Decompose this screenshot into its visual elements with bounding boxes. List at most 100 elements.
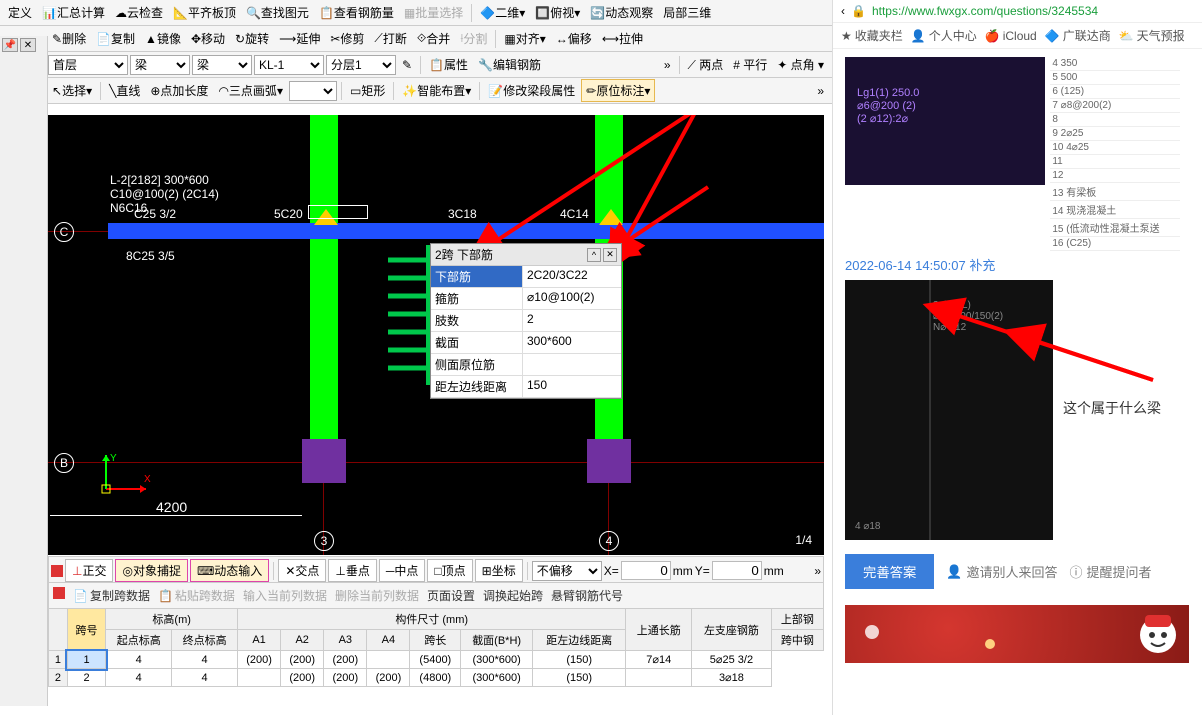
beam-v-1[interactable] (310, 115, 338, 439)
ortho-button[interactable]: ⊥ 正交 (65, 559, 113, 582)
panel-row[interactable]: 下部筋2C20/3C22 (431, 266, 621, 288)
btn-copy[interactable]: 📄 复制 (92, 28, 139, 49)
x-input[interactable] (621, 561, 671, 580)
btn-select[interactable]: ↖ 选择 ▾ (48, 80, 96, 101)
btn-merge[interactable]: ⟐ 合并 (413, 28, 454, 49)
btn-smart[interactable]: ✨ 智能布置 ▾ (398, 80, 475, 101)
copy-span-data[interactable]: 📄 复制跨数据 (73, 587, 150, 604)
panel-row[interactable]: 侧面原位筋 (431, 354, 621, 376)
beam-selected[interactable] (108, 223, 824, 239)
btn-extend[interactable]: ⟶ 延伸 (275, 28, 324, 49)
bookmark-icloud[interactable]: 🍎 iCloud (985, 29, 1037, 43)
panel-collapse-icon[interactable]: ^ (587, 248, 601, 262)
menu-define[interactable]: 定义 (4, 2, 36, 23)
menu-summary[interactable]: 📊 汇总计算 (38, 2, 109, 23)
btn-split[interactable]: ⟊ 分割 (456, 28, 491, 49)
panel-row[interactable]: 距左边线距离150 (431, 376, 621, 398)
bookmark-weather[interactable]: ⛅ 天气预报 (1119, 27, 1185, 44)
btn-3arc[interactable]: ◠ 三点画弧 ▾ (214, 80, 287, 101)
menu-dynamic[interactable]: 🔄 动态观察 (586, 2, 657, 23)
btn-offset[interactable]: ↔ 偏移 (552, 28, 596, 49)
ad-banner[interactable] (845, 605, 1189, 663)
select-arc[interactable] (289, 81, 337, 101)
dyn-input-button[interactable]: ⌨ 动态输入 (190, 559, 269, 582)
back-icon[interactable]: ‹ (841, 4, 845, 18)
menu-view-rebar[interactable]: 📋 查看钢筋量 (315, 2, 398, 23)
column-1[interactable] (302, 439, 346, 483)
improve-answer-button[interactable]: 完善答案 (845, 554, 934, 589)
more-icon-2[interactable]: » (813, 82, 828, 100)
btn-trim[interactable]: ✂ 修剪 (326, 28, 368, 49)
btn-delete[interactable]: ✎ 删除 (48, 28, 90, 49)
bookmark-profile[interactable]: 👤 个人中心 (911, 27, 977, 44)
select-cat1[interactable]: 梁 (130, 55, 190, 75)
btn-parallel[interactable]: # 平行 (729, 54, 771, 75)
mid-button[interactable]: ─ 中点 (379, 559, 426, 582)
end-button[interactable]: □ 顶点 (427, 559, 472, 582)
panel-close-icon[interactable]: ✕ (603, 248, 617, 262)
btn-stretch[interactable]: ⟷ 拉伸 (598, 28, 647, 49)
menu-batch[interactable]: ▦ 批量选择 (400, 2, 467, 23)
col-topbar[interactable]: 上通长筋 (626, 609, 692, 651)
menu-top[interactable]: 🔲 俯视 ▾ (531, 2, 584, 23)
delete-col-data[interactable]: 删除当前列数据 (335, 587, 419, 604)
perp-button[interactable]: ⊥ 垂点 (328, 559, 376, 582)
column-2[interactable] (587, 439, 631, 483)
select-floor[interactable]: 首层 (48, 55, 128, 75)
menu-find[interactable]: 🔍 查找图元 (242, 2, 313, 23)
btn-new[interactable]: ✎ (398, 56, 416, 74)
menu-align-slab[interactable]: 📐 平齐板顶 (169, 2, 240, 23)
answer-image-1[interactable]: Lg1(1) 250.0⌀6@200 (2)(2 ⌀12):2⌀ (845, 57, 1045, 185)
btn-align[interactable]: ▦ 对齐 ▾ (500, 28, 549, 49)
paste-span-data[interactable]: 📋 粘贴跨数据 (158, 587, 235, 604)
offset-select[interactable]: 不偏移 (532, 561, 602, 581)
btn-props[interactable]: 📋 属性 (425, 54, 472, 75)
panel-row[interactable]: 截面300*600 (431, 332, 621, 354)
property-panel[interactable]: 2跨 下部筋 ^ ✕ 下部筋2C20/3C22箍筋⌀10@100(2)肢数2截面… (430, 243, 622, 399)
btn-2pt[interactable]: ⟋ 两点 (684, 54, 728, 75)
btn-line[interactable]: ╲ 直线 (105, 80, 144, 101)
pin-icon[interactable]: 📌 (2, 38, 18, 52)
coord-button[interactable]: ⊞ 坐标 (475, 559, 523, 582)
menu-cloud[interactable]: ☁ 云检查 (111, 2, 167, 23)
btn-angle[interactable]: ✦ 点角 ▾ (773, 54, 828, 75)
btn-rect[interactable]: ▭ 矩形 (346, 80, 389, 101)
swap-start[interactable]: 调换起始跨 (483, 587, 543, 604)
input-col-data[interactable]: 输入当前列数据 (243, 587, 327, 604)
col-span[interactable]: 跨号 (67, 609, 106, 651)
table-row[interactable]: 1144(200)(200)(200)(5400)(300*600)(150)7… (49, 651, 824, 669)
url-text[interactable]: https://www.fwxgx.com/questions/3245534 (872, 4, 1098, 18)
span-data-table[interactable]: 跨号 标高(m) 构件尺寸 (mm) 上通长筋 左支座钢筋 上部钢 起点标高 终… (48, 608, 824, 687)
btn-edit-rebar[interactable]: 🔧 编辑钢筋 (474, 54, 545, 75)
btn-inplace-label[interactable]: ✏ 原位标注 ▾ (581, 79, 655, 102)
drawing-canvas[interactable]: C B 3 4 L-2[2182] 300*600 C10@100(2) (2C… (48, 115, 824, 555)
intersect-button[interactable]: ✕ 交点 (278, 559, 326, 582)
cantilever-code[interactable]: 悬臂钢筋代号 (551, 587, 623, 604)
snap-button[interactable]: ◎ 对象捕捉 (115, 559, 188, 582)
btn-mirror[interactable]: ▲ 镜像 (141, 28, 185, 49)
answer-image-2[interactable]: 3gbi(PL)⌀8@100/150(2)N⌀ ⌀12 4 ⌀18 (845, 280, 1053, 540)
close-tab-icon-2[interactable] (53, 587, 65, 599)
invite-link[interactable]: 👤 邀请别人来回答 (946, 562, 1057, 581)
btn-break[interactable]: ⟋ 打断 (370, 28, 410, 49)
btn-addlen[interactable]: ⊕ 点加长度 (146, 80, 212, 101)
page-setup[interactable]: 页面设置 (427, 587, 475, 604)
bookmark-fav[interactable]: ★ 收藏夹栏 (841, 27, 903, 44)
y-input[interactable] (712, 561, 762, 580)
remind-link[interactable]: ⓘ 提醒提问者 (1070, 562, 1152, 581)
btn-edit-seg[interactable]: 📝 修改梁段属性 (484, 80, 579, 101)
select-cat2[interactable]: 梁 (192, 55, 252, 75)
panel-row[interactable]: 箍筋⌀10@100(2) (431, 288, 621, 310)
rebar-input-box[interactable] (308, 205, 368, 219)
select-member[interactable]: KL-1 (254, 55, 324, 75)
btn-move[interactable]: ✥ 移动 (187, 28, 229, 49)
bookmark-glodon[interactable]: 🔷 广联达商 (1045, 27, 1111, 44)
menu-2d[interactable]: 🔷 二维 ▾ (476, 2, 529, 23)
btn-rotate[interactable]: ↻ 旋转 (231, 28, 273, 49)
close-icon[interactable]: ✕ (20, 38, 36, 52)
table-row[interactable]: 2244(200)(200)(200)(4800)(300*600)(150)3… (49, 669, 824, 687)
select-layer[interactable]: 分层1 (326, 55, 396, 75)
panel-row[interactable]: 肢数2 (431, 310, 621, 332)
more-icon[interactable]: » (660, 56, 675, 74)
col-leftsupport[interactable]: 左支座钢筋 (692, 609, 772, 651)
